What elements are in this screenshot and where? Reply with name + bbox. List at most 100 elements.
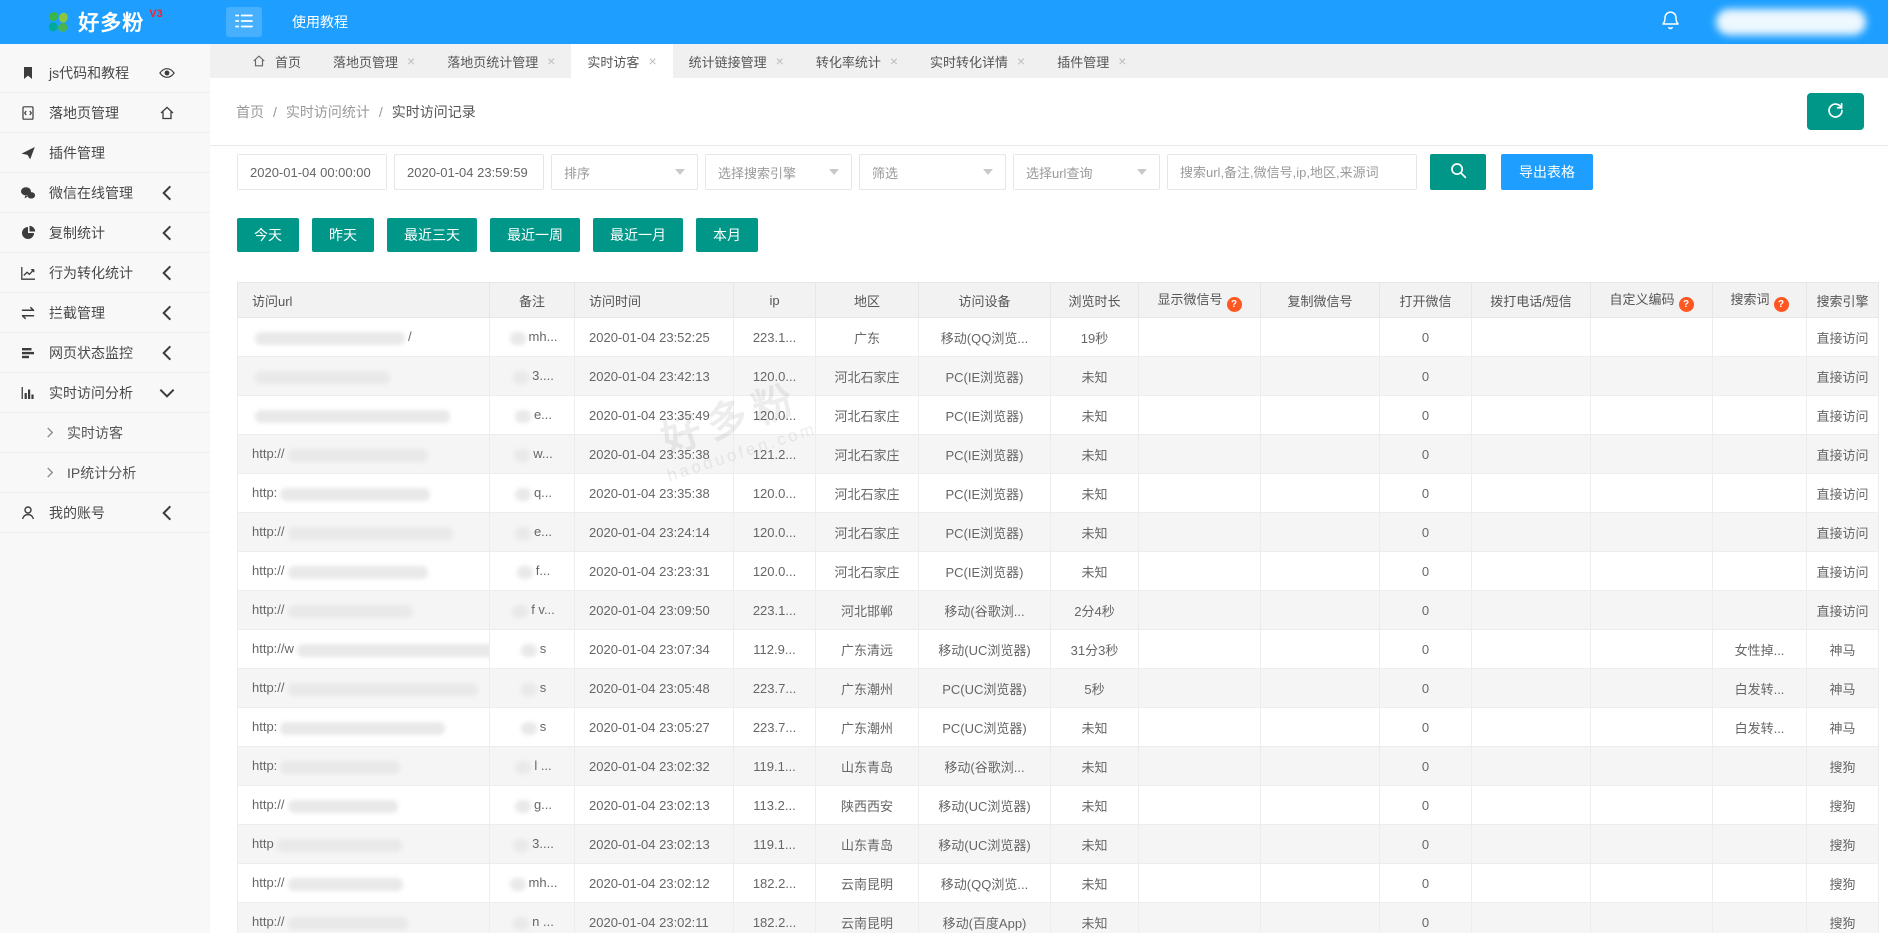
redacted-blur bbox=[510, 878, 526, 891]
home-icon[interactable] bbox=[159, 105, 175, 121]
cell-note: mh... bbox=[490, 864, 575, 903]
cell-duration: 未知 bbox=[1051, 747, 1139, 786]
tutorial-link[interactable]: 使用教程 bbox=[292, 12, 348, 32]
sidebar-item-wechat-online-mgmt[interactable]: 微信在线管理 bbox=[0, 173, 210, 213]
export-table-button[interactable]: 导出表格 bbox=[1501, 154, 1593, 190]
select-url-query[interactable]: 选择url查询 bbox=[1013, 154, 1160, 190]
help-icon[interactable]: ? bbox=[1774, 297, 1789, 312]
tab-stats-link-mgmt[interactable]: 统计链接管理× bbox=[673, 44, 800, 78]
sidebar-item-intercept-mgmt[interactable]: 拦截管理 bbox=[0, 293, 210, 333]
cell-note: 3.... bbox=[490, 825, 575, 864]
quick-range-button[interactable]: 本月 bbox=[696, 218, 758, 252]
select-sort[interactable]: 排序 bbox=[551, 154, 698, 190]
close-icon[interactable]: × bbox=[407, 54, 415, 68]
note-fragment: f v... bbox=[531, 602, 555, 617]
breadcrumb-item[interactable]: 首页 bbox=[236, 102, 264, 122]
cell-custom-code bbox=[1591, 513, 1713, 552]
cell-show-wechat bbox=[1139, 357, 1261, 396]
quick-range-button[interactable]: 昨天 bbox=[312, 218, 374, 252]
redacted-blur bbox=[288, 449, 428, 462]
tab-label: 首页 bbox=[275, 52, 301, 71]
cell-time: 2020-01-04 23:09:50 bbox=[575, 591, 734, 630]
cell-copy-wechat bbox=[1261, 474, 1380, 513]
table-row: 3....2020-01-04 23:42:13120.0...河北石家庄PC(… bbox=[238, 357, 1879, 396]
table-row: http3....2020-01-04 23:02:13119.1...山东青岛… bbox=[238, 825, 1879, 864]
close-icon[interactable]: × bbox=[648, 54, 656, 68]
column-label: 显示微信号 bbox=[1157, 292, 1222, 307]
search-button[interactable] bbox=[1430, 154, 1486, 190]
close-icon[interactable]: × bbox=[547, 54, 555, 68]
tab-landing-page-mgmt[interactable]: 落地页管理× bbox=[317, 44, 431, 78]
cell-engine: 直接访问 bbox=[1807, 435, 1879, 474]
note-fragment: 3.... bbox=[532, 368, 554, 383]
quick-range-button[interactable]: 最近一月 bbox=[593, 218, 683, 252]
sidebar-item-label: 网页状态监控 bbox=[49, 343, 133, 363]
sidebar-subitem-realtime-visitors[interactable]: 实时访客 bbox=[0, 413, 210, 453]
url-prefix: http: bbox=[252, 758, 277, 773]
help-icon[interactable]: ? bbox=[1227, 297, 1242, 312]
sidebar-subitem-ip-stats-analysis[interactable]: IP统计分析 bbox=[0, 453, 210, 493]
quick-range-button[interactable]: 最近一周 bbox=[490, 218, 580, 252]
visits-table-wrap: 访问url备注访问时间ip地区访问设备浏览时长显示微信号?复制微信号打开微信拨打… bbox=[237, 282, 1878, 933]
close-icon[interactable]: × bbox=[1017, 54, 1025, 68]
eye-icon[interactable] bbox=[159, 65, 175, 81]
sidebar-item-plugin-mgmt[interactable]: 插件管理 bbox=[0, 133, 210, 173]
cell-engine: 搜狗 bbox=[1807, 864, 1879, 903]
cell-copy-wechat bbox=[1261, 864, 1380, 903]
cell-duration: 未知 bbox=[1051, 396, 1139, 435]
breadcrumb-item[interactable]: 实时访问统计 bbox=[286, 102, 370, 122]
date-end-input[interactable] bbox=[394, 154, 544, 190]
url-prefix: http:// bbox=[252, 563, 285, 578]
select-filter[interactable]: 筛选 bbox=[859, 154, 1006, 190]
note-fragment: 3.... bbox=[532, 836, 554, 851]
cell-device: 移动(UC浏览器) bbox=[919, 786, 1051, 825]
close-icon[interactable]: × bbox=[890, 54, 898, 68]
sidebar-collapse-button[interactable] bbox=[226, 7, 262, 37]
refresh-button[interactable] bbox=[1807, 93, 1864, 130]
cell-copy-wechat bbox=[1261, 747, 1380, 786]
tab-landing-page-stats-mgmt[interactable]: 落地页统计管理× bbox=[431, 44, 571, 78]
cell-engine: 直接访问 bbox=[1807, 513, 1879, 552]
user-account-blurred[interactable] bbox=[1716, 9, 1866, 35]
url-prefix: http:// bbox=[252, 914, 285, 929]
notifications-button[interactable] bbox=[1661, 10, 1680, 34]
tab-realtime-conversion-detail[interactable]: 实时转化详情× bbox=[914, 44, 1041, 78]
sidebar-item-behavior-conversion-stats[interactable]: 行为转化统计 bbox=[0, 253, 210, 293]
tab-realtime-visitors[interactable]: 实时访客× bbox=[571, 44, 672, 78]
column-header-duration: 浏览时长 bbox=[1051, 283, 1139, 318]
date-start-input[interactable] bbox=[237, 154, 387, 190]
quick-range-button[interactable]: 今天 bbox=[237, 218, 299, 252]
cell-custom-code bbox=[1591, 747, 1713, 786]
close-icon[interactable]: × bbox=[1118, 54, 1126, 68]
tab-plugin-mgmt[interactable]: 插件管理× bbox=[1041, 44, 1142, 78]
close-icon[interactable]: × bbox=[776, 54, 784, 68]
cell-duration: 未知 bbox=[1051, 825, 1139, 864]
cell-custom-code bbox=[1591, 474, 1713, 513]
sidebar-item-copy-stats[interactable]: 复制统计 bbox=[0, 213, 210, 253]
tab-conversion-rate-stats[interactable]: 转化率统计× bbox=[800, 44, 914, 78]
cell-device: 移动(QQ浏览... bbox=[919, 864, 1051, 903]
help-icon[interactable]: ? bbox=[1679, 297, 1694, 312]
search-input[interactable] bbox=[1167, 154, 1417, 190]
breadcrumb-bar: 首页/实时访问统计/实时访问记录 bbox=[210, 78, 1888, 146]
url-prefix: http: bbox=[252, 485, 277, 500]
chevron-right-icon bbox=[46, 467, 54, 478]
cell-keyword bbox=[1713, 591, 1807, 630]
sidebar-item-landing-page-mgmt[interactable]: 落地页管理 bbox=[0, 93, 210, 133]
caret-down-icon bbox=[675, 169, 685, 175]
url-prefix: http:// bbox=[252, 875, 285, 890]
sidebar-item-realtime-visit-analysis[interactable]: 实时访问分析 bbox=[0, 373, 210, 413]
select-search-engine[interactable]: 选择搜索引擎 bbox=[705, 154, 852, 190]
sidebar-item-js-code-tutorial[interactable]: js代码和教程 bbox=[0, 53, 210, 93]
quick-range-button[interactable]: 最近三天 bbox=[387, 218, 477, 252]
cell-call-sms bbox=[1472, 357, 1591, 396]
sidebar-item-label: 微信在线管理 bbox=[49, 183, 133, 203]
cell-url: http:// bbox=[238, 669, 490, 708]
cell-url: http:// bbox=[238, 435, 490, 474]
chevron-left-icon bbox=[159, 185, 175, 201]
cell-copy-wechat bbox=[1261, 903, 1380, 933]
sidebar-item-page-status-monitor[interactable]: 网页状态监控 bbox=[0, 333, 210, 373]
sidebar-item-my-account[interactable]: 我的账号 bbox=[0, 493, 210, 533]
column-label: 备注 bbox=[519, 294, 545, 309]
tab-home[interactable]: 首页 bbox=[236, 44, 317, 78]
